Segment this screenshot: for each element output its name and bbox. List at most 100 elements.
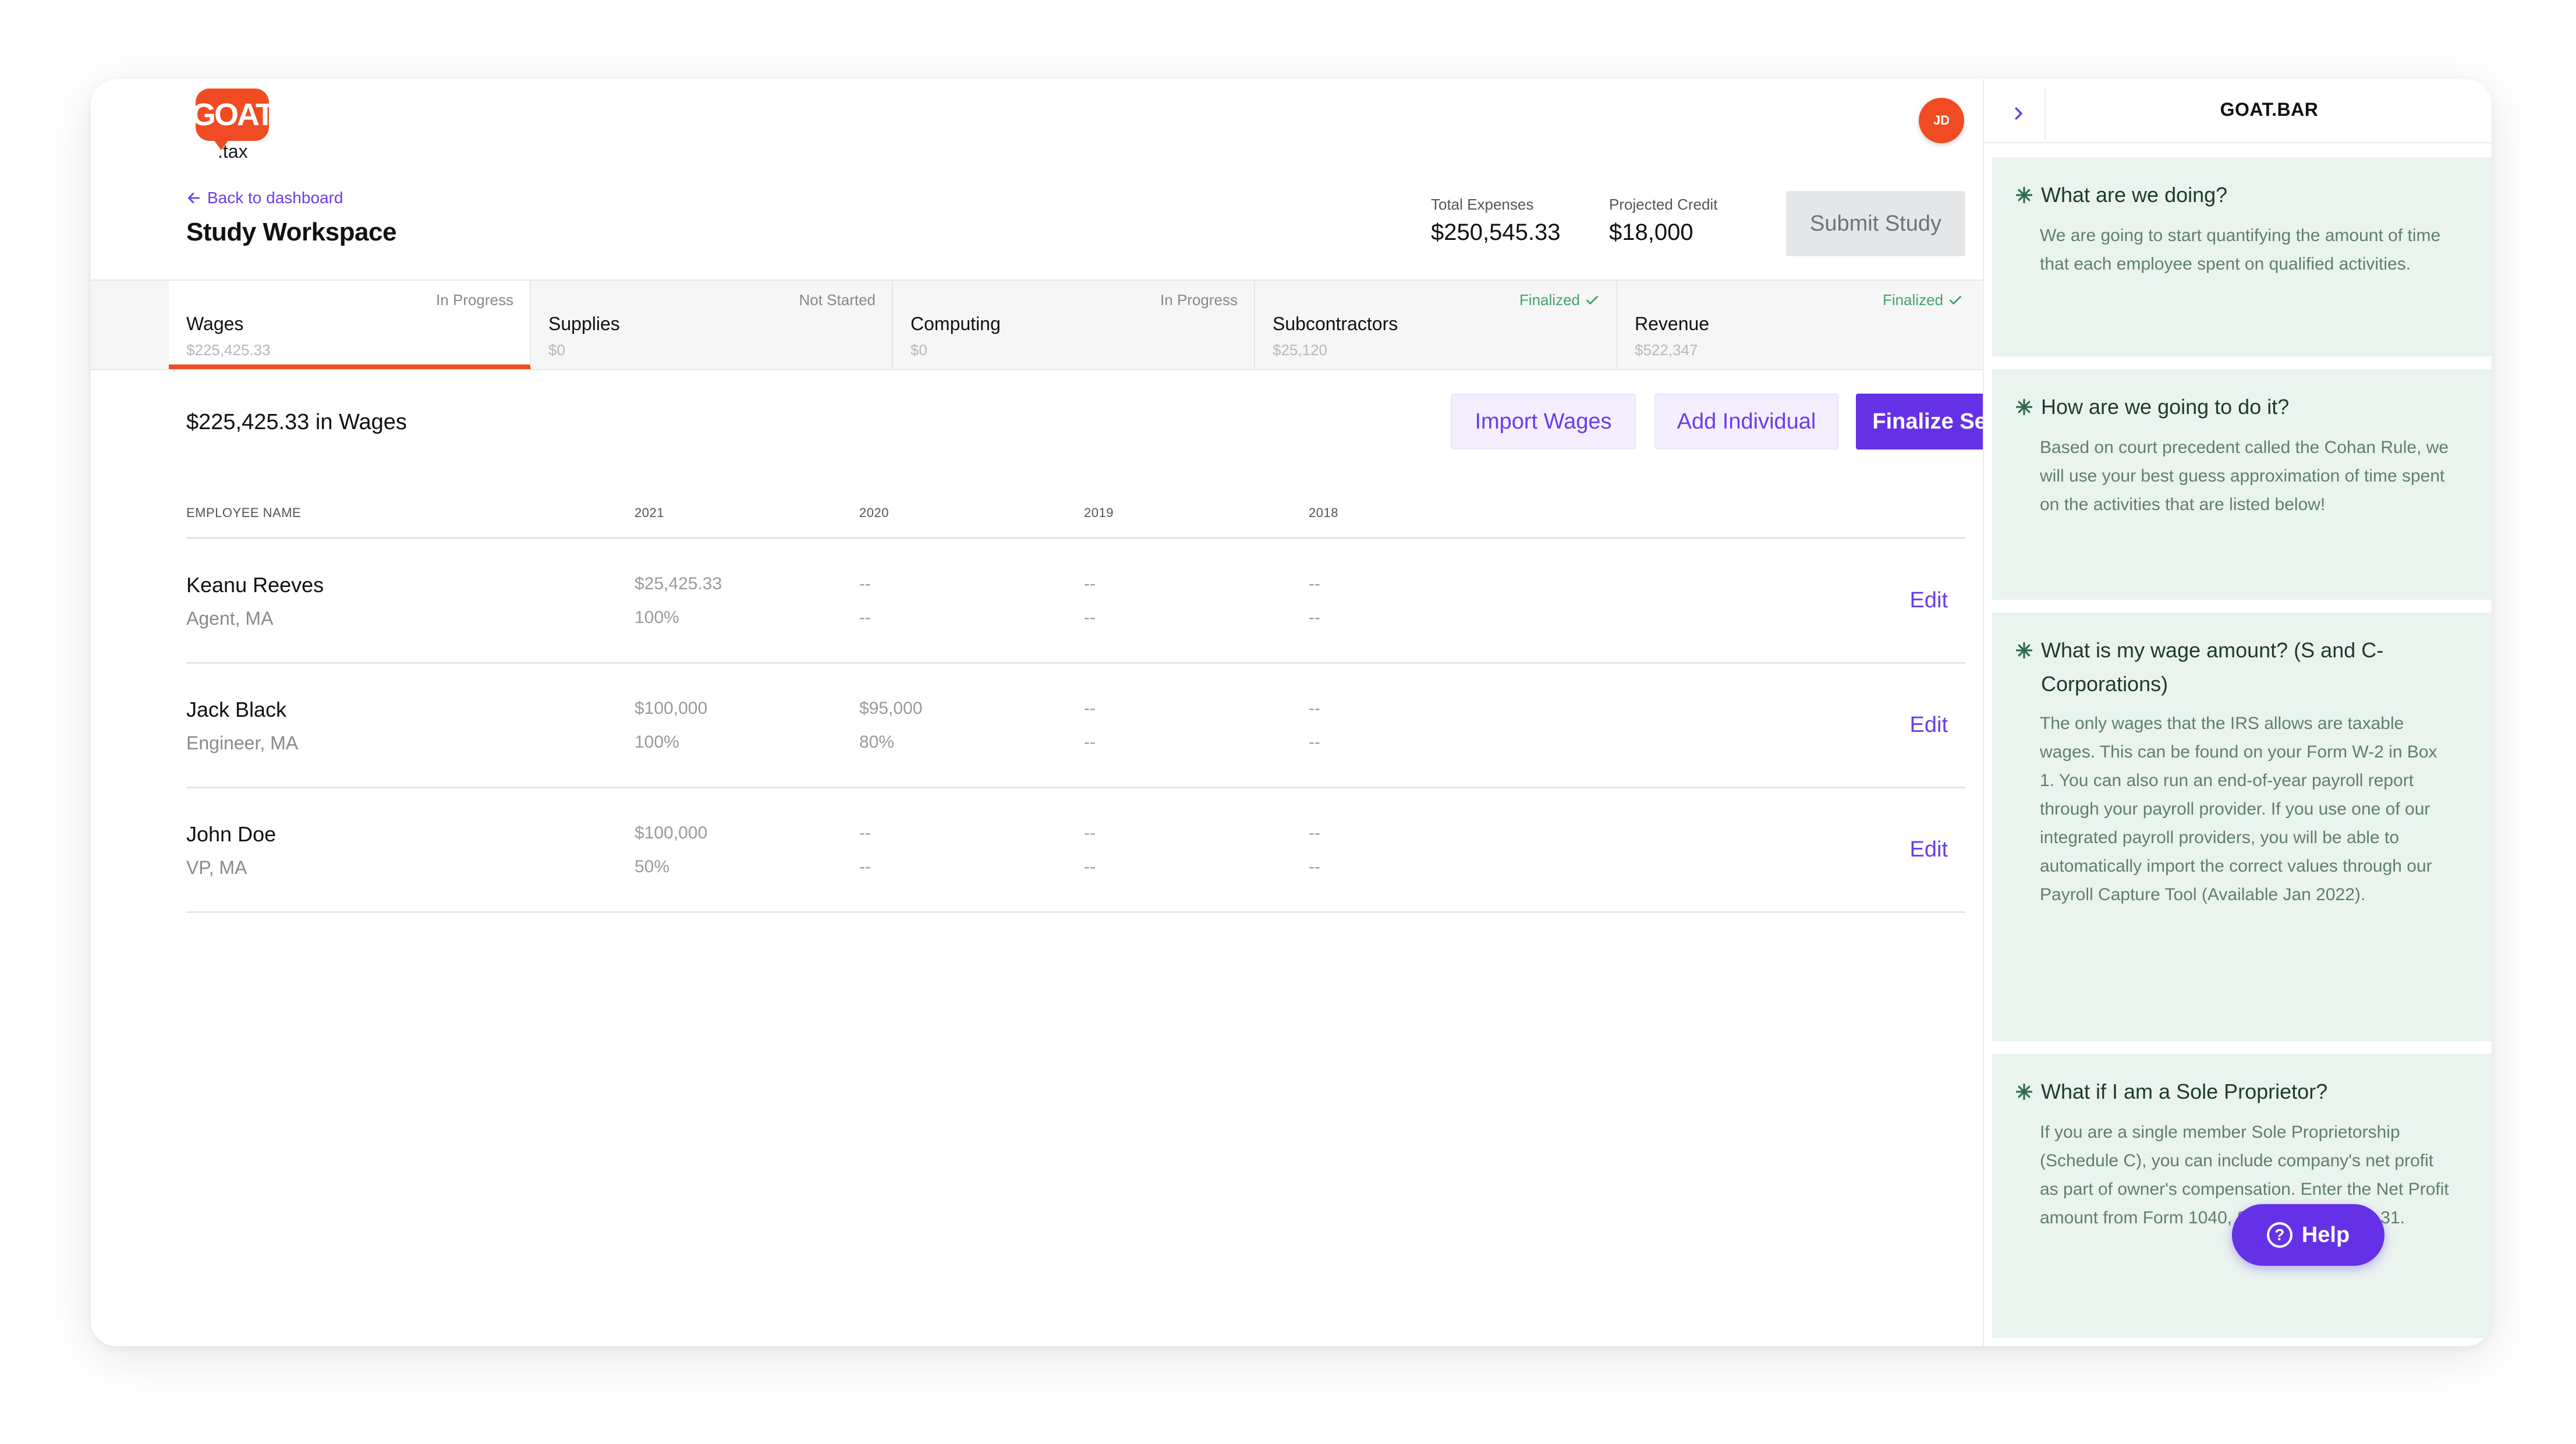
wage-amount: $25,425.33 (635, 574, 722, 593)
help-button[interactable]: ? Help (2232, 1204, 2384, 1266)
table-row: John Doe VP, MA $100,000 50% -- -- -- --… (186, 788, 1965, 913)
page-title: Study Workspace (186, 218, 396, 246)
arrow-left-icon (187, 193, 200, 203)
wage-amount: -- (1309, 574, 1320, 593)
employee-role: VP, MA (186, 857, 247, 878)
check-icon (1949, 295, 1962, 305)
goat-tax-logo[interactable]: GOAT .tax (192, 89, 277, 164)
tab-subcontractors[interactable]: Finalized Subcontractors $25,120 (1255, 281, 1617, 369)
chevron-right-icon (2015, 107, 2022, 120)
stat-label: Projected Credit (1609, 196, 1718, 213)
wage-percent: 50% (635, 857, 670, 876)
wage-amount: -- (1084, 699, 1096, 718)
wage-percent: -- (1309, 857, 1320, 876)
tab-name: Supplies (548, 313, 620, 334)
add-individual-button[interactable]: Add Individual (1654, 394, 1838, 450)
tab-name: Wages (186, 313, 244, 334)
sparkle-icon (2015, 186, 2033, 204)
wage-percent: 100% (635, 608, 679, 627)
total-expenses-stat: Total Expenses $250,545.33 (1431, 196, 1560, 246)
edit-link[interactable]: Edit (1910, 713, 1948, 738)
wage-percent: 100% (635, 732, 679, 752)
tab-supplies[interactable]: Not Started Supplies $0 (531, 281, 893, 369)
faq-question: What is my wage amount? (S and C-Corpora… (2015, 633, 2464, 701)
main-area: GOAT .tax JD Back to dashboard Study Wor… (91, 79, 2056, 1346)
wage-amount: $95,000 (859, 699, 923, 718)
column-header: 2018 (1309, 505, 1338, 520)
wage-amount: -- (859, 574, 871, 593)
faq-question-text: How are we going to do it? (2041, 395, 2290, 419)
wage-amount: -- (859, 823, 871, 843)
tab-name: Computing (910, 313, 1001, 334)
tab-status: Finalized (1883, 291, 1963, 309)
section-total: $225,425.33 in Wages (186, 410, 407, 434)
faq-question: What if I am a Sole Proprietor? (2015, 1075, 2464, 1109)
column-header: 2021 (635, 505, 664, 520)
import-wages-button[interactable]: Import Wages (1451, 394, 1636, 450)
tab-status: In Progress (436, 291, 513, 309)
employee-role: Engineer, MA (186, 732, 299, 753)
faq-question-text: What if I am a Sole Proprietor? (2041, 1080, 2328, 1103)
faq-card: What is my wage amount? (S and C-Corpora… (1992, 613, 2492, 1042)
wage-percent: 80% (859, 732, 895, 752)
faq-card: How are we going to do it? Based on cour… (1992, 369, 2492, 601)
wages-table: EMPLOYEE NAME 2021 2020 2019 2018 Keanu … (186, 503, 1965, 913)
tab-status: Finalized (1519, 291, 1600, 309)
help-icon: ? (2266, 1222, 2292, 1248)
stat-label: Total Expenses (1431, 196, 1534, 213)
wage-percent: -- (1309, 732, 1320, 752)
tab-wages[interactable]: In Progress Wages $225,425.33 (169, 281, 531, 369)
edit-link[interactable]: Edit (1910, 837, 1948, 862)
help-label: Help (2301, 1222, 2350, 1247)
logo-bubble: GOAT (192, 89, 275, 141)
faq-question-text: What are we doing? (2041, 183, 2228, 207)
stat-value: $18,000 (1609, 220, 1693, 245)
wage-percent: -- (1084, 608, 1096, 627)
faq-answer: We are going to start quantifying the am… (2040, 226, 2441, 274)
sparkle-icon (2015, 1083, 2033, 1100)
check-icon (1586, 295, 1599, 305)
tab-amount: $0 (910, 341, 927, 359)
sidebar-header: GOAT.BAR (1984, 79, 2492, 143)
tab-status-label: In Progress (1160, 291, 1238, 309)
app-window: GOAT .tax JD Back to dashboard Study Wor… (91, 79, 2492, 1346)
wage-amount: $100,000 (635, 823, 708, 843)
tab-status-label: In Progress (436, 291, 513, 309)
back-link-label: Back to dashboard (207, 189, 343, 207)
edit-link[interactable]: Edit (1910, 588, 1948, 613)
wage-percent: -- (1084, 857, 1096, 876)
sparkle-icon (2015, 398, 2033, 416)
section-tabs: In Progress Wages $225,425.33 Not Starte… (91, 279, 1983, 370)
tab-amount: $522,347 (1635, 341, 1698, 359)
wage-amount: -- (1309, 823, 1320, 843)
tab-revenue[interactable]: Finalized Revenue $522,347 (1617, 281, 1979, 369)
faq-question-text: What is my wage amount? (S and C-Corpora… (2041, 638, 2384, 696)
projected-credit-stat: Projected Credit $18,000 (1609, 196, 1717, 246)
tab-amount: $225,425.33 (186, 341, 271, 359)
wage-percent: -- (859, 608, 871, 627)
avatar[interactable]: JD (1919, 98, 1964, 143)
tab-computing[interactable]: In Progress Computing $0 (893, 281, 1255, 369)
submit-study-button[interactable]: Submit Study (1786, 191, 1965, 256)
tab-status: In Progress (1160, 291, 1238, 309)
faq-answer: The only wages that the IRS allows are t… (2040, 714, 2437, 904)
collapse-sidebar-button[interactable] (1992, 87, 2046, 140)
employee-role: Agent, MA (186, 608, 274, 629)
sparkle-icon (2015, 642, 2033, 659)
wage-amount: -- (1309, 699, 1320, 718)
back-to-dashboard-link[interactable]: Back to dashboard (186, 189, 343, 207)
column-header: EMPLOYEE NAME (186, 505, 302, 520)
faq-card: What if I am a Sole Proprietor? If you a… (1992, 1054, 2492, 1339)
faq-card: What are we doing? We are going to start… (1992, 157, 2492, 358)
wage-percent: -- (1309, 608, 1320, 627)
tab-status-label: Finalized (1519, 291, 1580, 309)
table-row: Jack Black Engineer, MA $100,000 100% $9… (186, 664, 1965, 788)
wage-amount: $100,000 (635, 699, 708, 718)
wage-amount: -- (1084, 823, 1096, 843)
column-header: 2019 (1084, 505, 1114, 520)
faq-answer: Based on court precedent called the Coha… (2040, 438, 2449, 514)
wage-amount: -- (1084, 574, 1096, 593)
goat-bar-sidebar: GOAT.BAR What are we doing? We are going… (1983, 79, 2492, 1346)
employee-name: John Doe (186, 822, 277, 846)
faq-question: How are we going to do it? (2015, 390, 2464, 424)
